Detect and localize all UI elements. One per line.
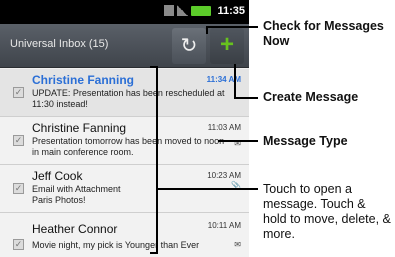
inbox-header: Universal Inbox (15) ↻ + [0, 24, 249, 68]
refresh-button[interactable]: ↻ [172, 28, 206, 64]
message-date: 11:03 AM [207, 123, 241, 132]
compose-button[interactable]: + [210, 28, 244, 64]
callout-create-message: Create Message [263, 90, 359, 104]
message-sender: Christine Fanning [32, 121, 127, 135]
message-date: 10:23 AM [207, 171, 241, 180]
message-checkbox[interactable]: ✓ [13, 183, 24, 194]
callout-line-create [234, 64, 236, 98]
message-subject: UPDATE: Presentation has been reschedule… [32, 88, 225, 109]
callout-line-create-h [234, 97, 258, 99]
mail-icon: ✉ [234, 240, 241, 249]
message-subject: Movie night, my pick is Younger than Eve… [32, 240, 200, 250]
message-checkbox[interactable]: ✓ [13, 239, 24, 250]
message-list-bracket [150, 66, 158, 254]
message-subject: Presentation tomorrow has been moved to … [32, 136, 225, 157]
status-time: 11:35 [217, 5, 245, 17]
message-row[interactable]: ✓ Christine Fanning 11:03 AM Presentatio… [0, 117, 249, 165]
message-checkbox[interactable]: ✓ [13, 135, 24, 146]
callout-check-messages: Check for Messages Now [263, 19, 384, 48]
message-list: ✓ Christine Fanning 11:34 AM UPDATE: Pre… [0, 69, 249, 257]
refresh-icon: ↻ [180, 35, 198, 57]
callout-line-check-h [206, 26, 258, 28]
phone-screen: 11:35 Universal Inbox (15) ↻ + ✓ Christi… [0, 0, 249, 257]
compose-icon: + [219, 31, 234, 58]
message-subject: Email with Attachment Paris Photos! [32, 184, 121, 205]
battery-icon [191, 5, 211, 16]
message-sender: Heather Connor [32, 222, 118, 236]
inbox-title: Universal Inbox (15) [10, 38, 109, 50]
message-checkbox[interactable]: ✓ [13, 87, 24, 98]
message-icon [164, 5, 174, 16]
callout-line-type [218, 140, 258, 142]
message-date: 10:11 AM [207, 221, 241, 230]
message-row[interactable]: ✓ Christine Fanning 11:34 AM UPDATE: Pre… [0, 69, 249, 117]
signal-icon [177, 5, 188, 16]
message-sender: Christine Fanning [32, 73, 134, 87]
callout-message-type: Message Type [263, 134, 348, 148]
message-sender: Jeff Cook [32, 169, 83, 183]
callout-touch-help: Touch to open a message. Touch & hold to… [263, 182, 391, 241]
callout-line-touch [158, 188, 258, 190]
status-bar: 11:35 [0, 0, 249, 24]
callout-line-check [206, 27, 208, 34]
message-row[interactable]: ✓ Heather Connor 10:11 AM Movie night, m… [0, 213, 249, 257]
